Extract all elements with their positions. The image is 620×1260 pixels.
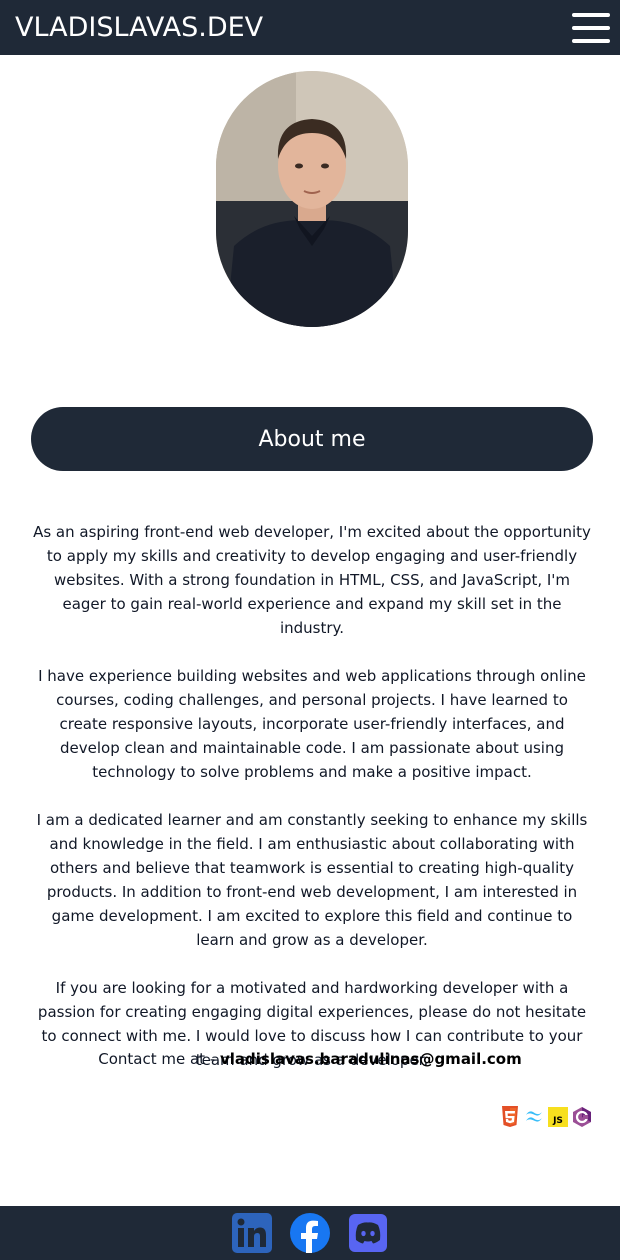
hamburger-menu-icon[interactable] [572,12,610,43]
tech-stack-icons: JS [500,1106,592,1128]
contact-email-link[interactable]: vladislavas.baradulinas@gmail.com [220,1050,522,1068]
linkedin-icon[interactable] [231,1212,273,1254]
menu-bar [572,38,610,43]
facebook-icon[interactable] [289,1212,331,1254]
contact-line: Contact me at - vladislavas.baradulinas@… [0,1047,620,1071]
contact-prefix: Contact me at - [98,1050,220,1068]
html5-icon [500,1106,520,1128]
menu-bar [572,25,610,30]
profile-photo [216,71,408,327]
footer-bar [0,1206,620,1260]
about-heading: About me [258,426,366,452]
csharp-icon [572,1106,592,1128]
tailwind-icon [524,1106,544,1128]
profile-photo-image [216,71,408,327]
javascript-icon: JS [548,1106,568,1128]
about-paragraph: I have experience building websites and … [38,667,586,781]
about-text: As an aspiring front-end web developer, … [31,520,593,1096]
discord-icon[interactable] [347,1212,389,1254]
about-paragraph: I am a dedicated learner and am constant… [36,811,588,949]
menu-bar [572,12,610,17]
about-heading-banner: About me [31,407,593,471]
site-brand[interactable]: VLADISLAVAS.DEV [15,12,263,43]
svg-text:JS: JS [552,1116,563,1126]
about-paragraph: As an aspiring front-end web developer, … [33,523,591,637]
top-navbar: VLADISLAVAS.DEV [0,0,620,55]
